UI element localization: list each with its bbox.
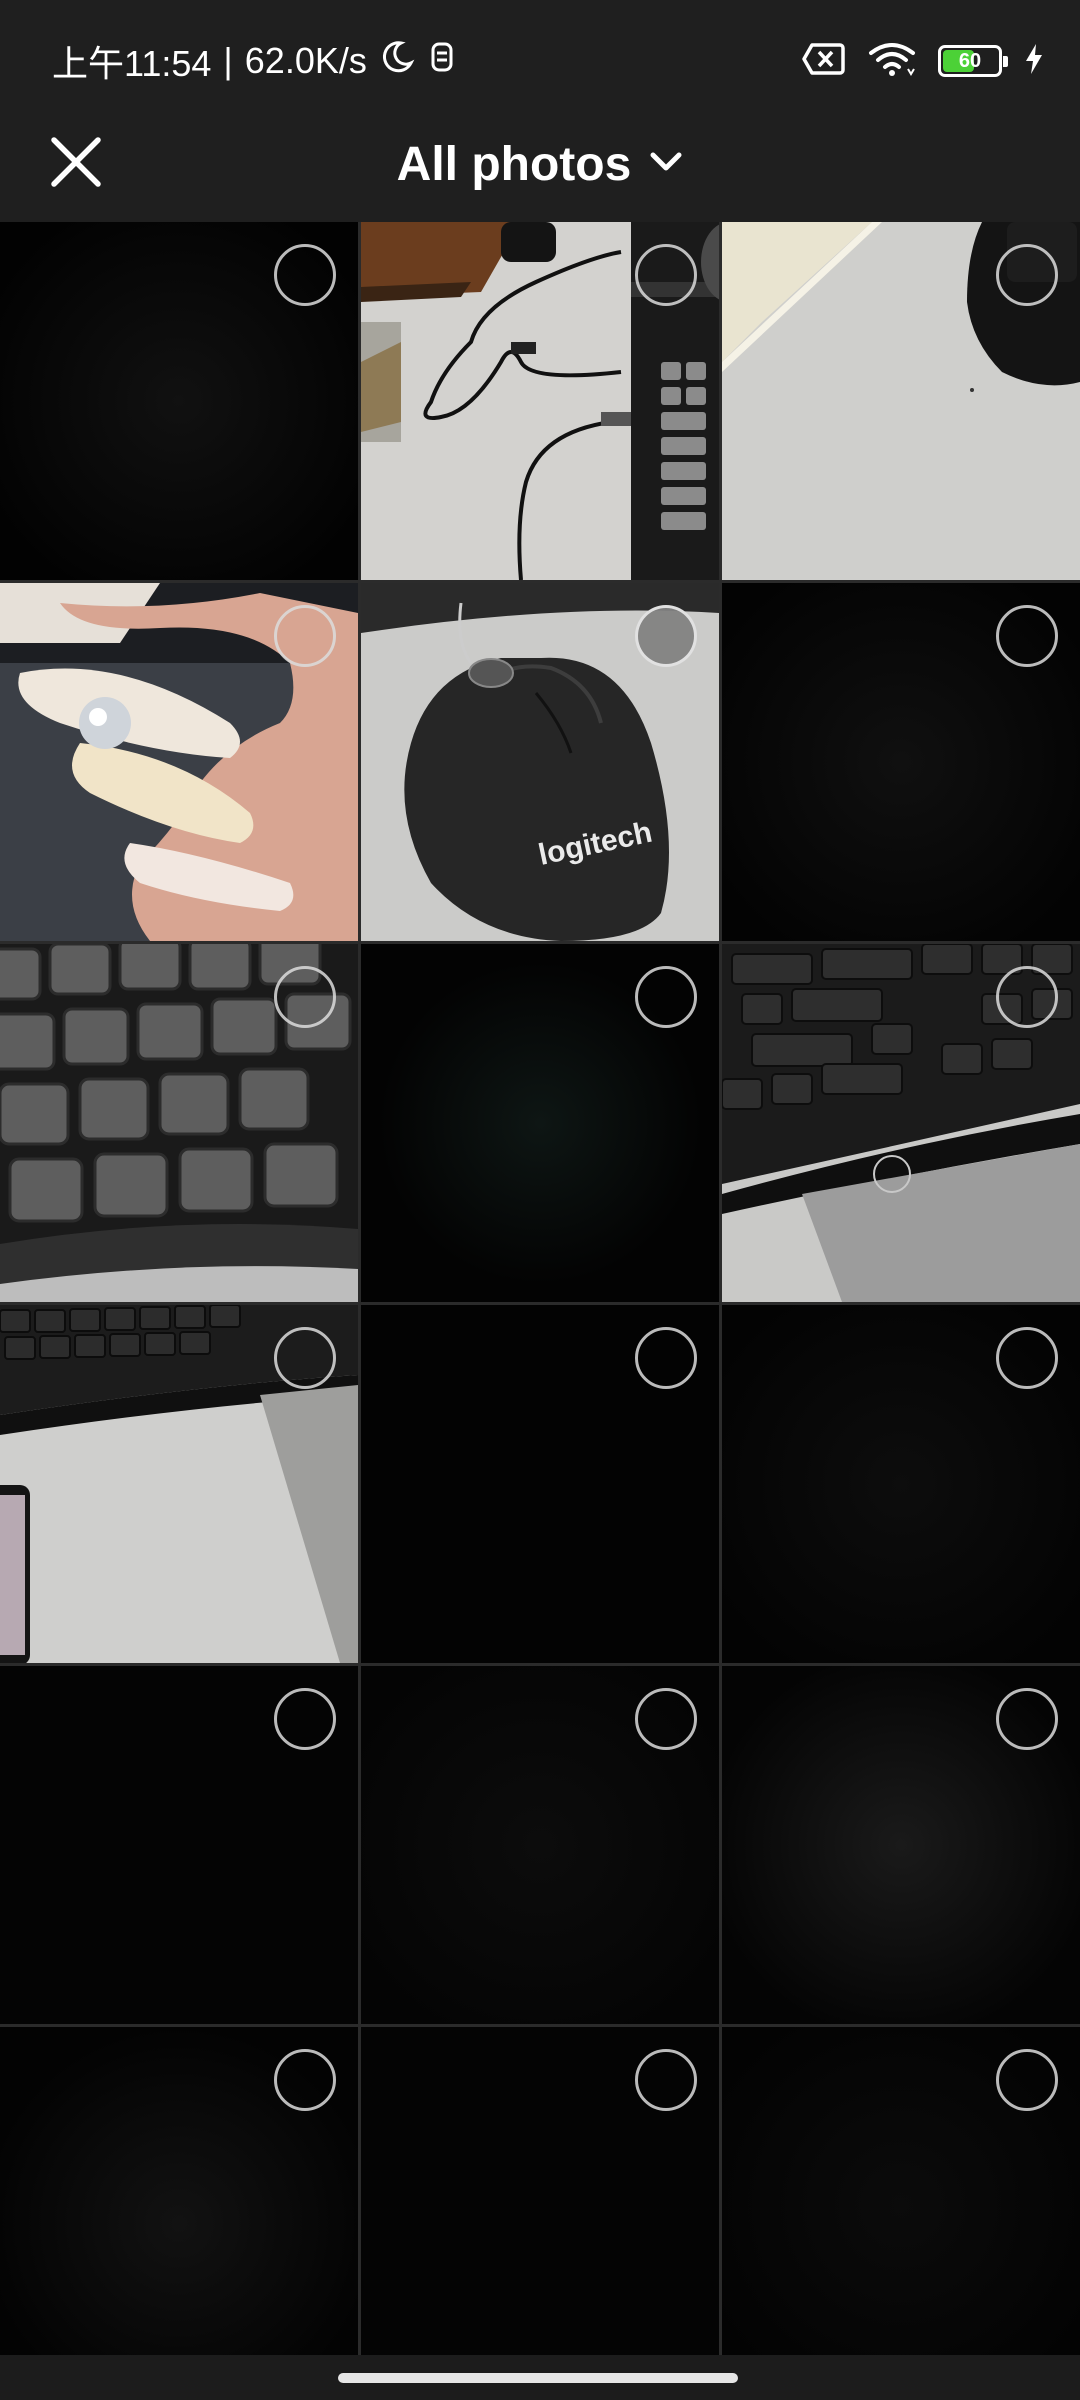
select-checkbox[interactable]: [996, 244, 1058, 306]
select-checkbox[interactable]: [274, 605, 336, 667]
status-time: 上午11:54: [52, 43, 212, 84]
status-right: 60: [802, 36, 1044, 86]
charging-bolt-icon: [1024, 43, 1044, 80]
status-bar: 上午11:54 | 62.0K/s 60: [0, 0, 1080, 120]
photo-tile[interactable]: [722, 2027, 1080, 2385]
photo-tile[interactable]: [722, 1666, 1080, 2024]
wifi-icon: [868, 41, 916, 82]
battery-level: 60: [958, 49, 982, 72]
select-checkbox[interactable]: [996, 1327, 1058, 1389]
select-checkbox[interactable]: [274, 244, 336, 306]
network-speed: 62.0K/s: [244, 40, 367, 81]
photo-tile[interactable]: [0, 583, 358, 941]
photo-tile[interactable]: [722, 583, 1080, 941]
select-checkbox[interactable]: [635, 966, 697, 1028]
select-checkbox[interactable]: [996, 2049, 1058, 2111]
status-separator: |: [223, 40, 233, 81]
select-checkbox[interactable]: [635, 244, 697, 306]
photo-tile[interactable]: [361, 1305, 719, 1663]
status-left: 上午11:54 | 62.0K/s: [52, 36, 457, 86]
chevron-down-icon: [649, 150, 683, 179]
select-checkbox[interactable]: [635, 2049, 697, 2111]
select-checkbox[interactable]: [274, 1688, 336, 1750]
photo-tile[interactable]: [722, 944, 1080, 1302]
select-checkbox[interactable]: [274, 2049, 336, 2111]
photo-tile[interactable]: [361, 1666, 719, 2024]
photo-tile[interactable]: [0, 1305, 358, 1663]
photo-tile[interactable]: [361, 944, 719, 1302]
photo-grid: logitech: [0, 222, 1080, 2385]
select-checkbox[interactable]: [996, 1688, 1058, 1750]
photo-tile[interactable]: [0, 1666, 358, 2024]
select-checkbox[interactable]: [635, 605, 697, 667]
photo-tile[interactable]: [722, 1305, 1080, 1663]
photo-tile[interactable]: [361, 222, 719, 580]
page-title: All photos: [396, 137, 632, 191]
select-checkbox[interactable]: [635, 1327, 697, 1389]
album-selector[interactable]: All photos: [0, 128, 1080, 200]
photo-tile[interactable]: logitech: [361, 583, 719, 941]
photo-tile[interactable]: [722, 222, 1080, 580]
battery-tip: [1003, 56, 1008, 67]
sim-error-icon: [802, 42, 846, 81]
home-indicator[interactable]: [338, 2373, 738, 2383]
photo-tile[interactable]: [361, 2027, 719, 2385]
select-checkbox[interactable]: [274, 1327, 336, 1389]
notification-icon: [427, 39, 457, 84]
select-checkbox[interactable]: [635, 1688, 697, 1750]
select-checkbox[interactable]: [274, 966, 336, 1028]
moon-icon: [379, 39, 415, 84]
select-checkbox[interactable]: [996, 605, 1058, 667]
photo-tile[interactable]: [0, 944, 358, 1302]
select-checkbox[interactable]: [996, 966, 1058, 1028]
photo-tile[interactable]: [0, 222, 358, 580]
battery-icon: 60: [938, 45, 1008, 77]
app-bar: All photos: [0, 120, 1080, 222]
photo-tile[interactable]: [0, 2027, 358, 2385]
